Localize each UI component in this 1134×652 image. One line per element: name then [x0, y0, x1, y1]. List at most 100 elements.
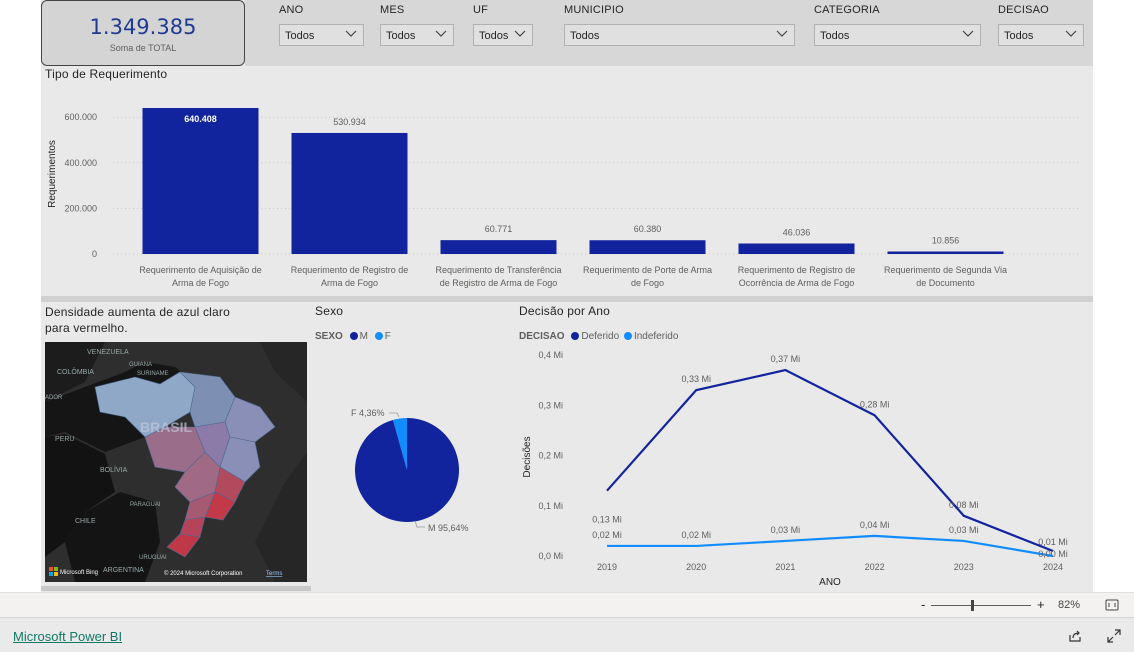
x-tick-label: 2020 — [686, 562, 706, 572]
point-data-label: 0,03 Mi — [771, 525, 801, 535]
y-tick-label: 0 — [92, 249, 97, 259]
ano-dropdown[interactable]: Todos — [279, 24, 364, 46]
bar-data-label: 60.771 — [485, 224, 513, 234]
slicer-label: MES — [380, 4, 405, 16]
filter-bar: ANO Todos MES Todos UF Todos MUNICIPIO T… — [245, 0, 1093, 66]
section-divider — [41, 296, 1093, 302]
map-graphic: BRASIL VENEZUELA GUIANA SURINAME COLÔMBI… — [45, 342, 307, 582]
map-title-line: para vermelho. — [45, 321, 128, 335]
map-label: BOLÍVIA — [100, 465, 128, 474]
x-tick-label: 2023 — [954, 562, 974, 572]
power-bi-link[interactable]: Microsoft Power BI — [13, 629, 122, 644]
footer-bar: Microsoft Power BI — [0, 617, 1134, 652]
point-data-label: 0,04 Mi — [860, 520, 890, 530]
bar-chart-title: Tipo de Requerimento — [45, 67, 168, 81]
map-scrollbar[interactable] — [41, 586, 311, 591]
x-tick-label: 2024 — [1043, 562, 1063, 572]
uf-dropdown[interactable]: Todos — [473, 24, 533, 46]
map-copyright: © 2024 Microsoft Corporation — [164, 570, 242, 577]
legend-dot — [374, 332, 383, 340]
categoria-dropdown[interactable]: Todos — [814, 24, 981, 46]
dropdown-value: Todos — [386, 30, 416, 42]
zoom-slider-thumb[interactable] — [970, 600, 974, 611]
municipio-dropdown[interactable]: Todos — [564, 24, 795, 46]
point-data-label: 0,03 Mi — [949, 525, 979, 535]
point-data-label: 0,37 Mi — [771, 354, 801, 364]
decisao-dropdown[interactable]: Todos — [998, 24, 1084, 46]
legend-item-deferido[interactable]: Deferido — [571, 331, 619, 342]
kpi-caption: Soma de TOTAL — [109, 43, 177, 53]
x-tick-label: Requerimento de Segunda Via — [884, 265, 1007, 275]
x-tick-label: Requerimento de Aquisição de — [139, 265, 262, 275]
bar-data-label: 60.380 — [634, 224, 662, 234]
x-tick-label: 2019 — [597, 562, 617, 572]
map-label: PARAGUAI — [130, 502, 161, 508]
share-icon[interactable] — [1068, 629, 1082, 643]
zoom-in-button[interactable]: + — [1037, 597, 1045, 612]
slicer-ano: ANO Todos — [279, 4, 364, 46]
y-tick-label: 600.000 — [64, 112, 97, 122]
zoom-slider-track[interactable] — [931, 605, 1031, 606]
pie-slice — [355, 418, 460, 522]
dropdown-value: Todos — [479, 30, 509, 42]
point-data-label: 0,33 Mi — [681, 374, 711, 384]
y-axis-label: Decisões — [522, 436, 533, 477]
zoom-bar: - + 82% — [0, 592, 1134, 617]
y-tick-label: 400.000 — [64, 158, 97, 168]
legend-title: DECISAO — [519, 331, 565, 342]
y-tick-label: 0,1 Mi — [538, 501, 563, 511]
x-tick-label: 2022 — [865, 562, 885, 572]
x-tick-label: 2021 — [775, 562, 795, 572]
fullscreen-icon[interactable] — [1107, 629, 1121, 643]
line-legend: DECISAO Deferido Indeferido — [519, 331, 678, 342]
x-tick-label: Ocorrência de Arma de Fogo — [739, 278, 855, 288]
zoom-level: 82% — [1058, 599, 1081, 611]
bar-data-label: 640.408 — [184, 114, 217, 124]
x-tick-label: Arma de Fogo — [321, 278, 378, 288]
legend-label: Indeferido — [633, 331, 679, 342]
line-chart-title: Decisão por Ano — [519, 304, 611, 318]
dropdown-value: Todos — [570, 30, 600, 42]
bar — [589, 240, 706, 254]
mes-dropdown[interactable]: Todos — [380, 24, 454, 46]
legend-label: Deferido — [581, 331, 620, 342]
y-tick-label: 0,4 Mi — [538, 350, 563, 360]
pie-chart[interactable]: F 4,36% M 95,64% — [311, 345, 511, 585]
legend-title: SEXO — [315, 331, 343, 342]
map-attribution: Microsoft Bing — [60, 570, 98, 576]
chevron-down-icon — [435, 30, 447, 37]
density-map[interactable]: BRASIL VENEZUELA GUIANA SURINAME COLÔMBI… — [45, 342, 307, 582]
chevron-down-icon — [776, 30, 788, 37]
y-tick-label: 0,3 Mi — [538, 400, 563, 410]
x-tick-label: Requerimento de Porte de Arma — [583, 265, 712, 275]
legend-dot — [349, 332, 358, 340]
slicer-uf: UF Todos — [473, 4, 533, 46]
fit-to-page-icon[interactable] — [1105, 599, 1119, 611]
map-label: VENEZUELA — [87, 349, 129, 356]
legend-item-indeferido[interactable]: Indeferido — [623, 331, 679, 342]
x-tick-label: de Fogo — [631, 278, 664, 288]
dropdown-value: Todos — [820, 30, 850, 42]
point-data-label: 0,13 Mi — [592, 515, 622, 525]
line-chart[interactable]: 0,0 Mi 0,1 Mi 0,2 Mi 0,3 Mi 0,4 Mi Decisões 20… — [515, 345, 1093, 590]
x-tick-label: de Documento — [916, 278, 975, 288]
legend-item-m[interactable]: M — [349, 331, 368, 342]
slicer-label: UF — [473, 4, 489, 16]
x-tick-label: Requerimento de Transferência — [435, 265, 561, 275]
chevron-down-icon — [1065, 30, 1077, 37]
slicer-label: CATEGORIA — [814, 4, 880, 16]
map-terms-link: Terms — [266, 571, 282, 577]
zoom-out-button[interactable]: - — [921, 597, 925, 612]
kpi-card[interactable]: 1.349.385 Soma de TOTAL — [41, 0, 245, 66]
legend-item-f[interactable]: F — [374, 331, 391, 342]
pie-leader-line — [389, 412, 400, 418]
x-tick-label: de Registro de Arma de Fogo — [440, 278, 558, 288]
x-tick-label: Requerimento de Registro de — [738, 265, 856, 275]
dropdown-value: Todos — [1004, 30, 1034, 42]
map-label: PERU — [55, 436, 74, 443]
map-label: COLÔMBIA — [57, 367, 94, 376]
slicer-label: MUNICIPIO — [564, 4, 624, 16]
bar-chart[interactable]: 0 200.000 400.000 600.000 Requerimentos 640.4… — [41, 82, 1093, 296]
series-line — [607, 534, 1054, 558]
slicer-categoria: CATEGORIA Todos — [814, 4, 981, 46]
